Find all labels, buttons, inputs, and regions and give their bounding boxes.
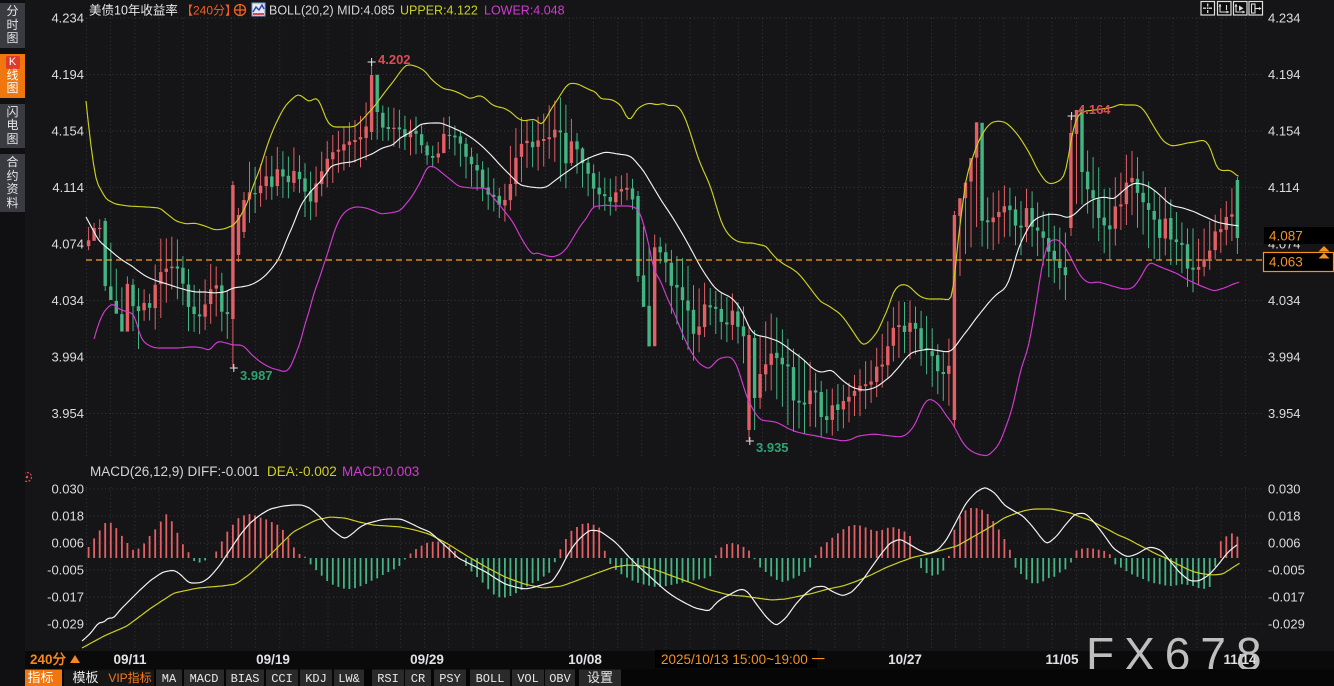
svg-text:OBV: OBV xyxy=(549,672,571,686)
svg-text:RSI: RSI xyxy=(377,672,399,686)
svg-text:4.034: 4.034 xyxy=(51,293,84,308)
svg-text:4.114: 4.114 xyxy=(1268,180,1300,195)
svg-text:VOL: VOL xyxy=(517,672,539,686)
svg-text:-0.017: -0.017 xyxy=(1268,590,1305,605)
svg-text:4.034: 4.034 xyxy=(1268,293,1301,308)
svg-text:4.202: 4.202 xyxy=(378,52,411,67)
svg-text:4.234: 4.234 xyxy=(1268,11,1301,26)
svg-text:09/19: 09/19 xyxy=(256,652,290,667)
svg-text:MACD:0.003: MACD:0.003 xyxy=(342,464,419,479)
svg-text:4.114: 4.114 xyxy=(52,180,84,195)
svg-text:10/08: 10/08 xyxy=(568,652,602,667)
svg-text:-0.005: -0.005 xyxy=(47,563,84,578)
svg-text:LW&: LW& xyxy=(338,672,360,686)
svg-text:CR: CR xyxy=(411,672,425,686)
svg-text:0.006: 0.006 xyxy=(1268,536,1301,551)
svg-text:设置: 设置 xyxy=(587,670,613,685)
svg-text:3.994: 3.994 xyxy=(51,350,84,365)
svg-text:3.994: 3.994 xyxy=(1268,350,1301,365)
svg-text:4.154: 4.154 xyxy=(51,124,84,139)
svg-text:3.987: 3.987 xyxy=(240,368,273,383)
svg-text:-0.017: -0.017 xyxy=(47,590,84,605)
svg-text:DEA:-0.002: DEA:-0.002 xyxy=(267,464,337,479)
svg-text:0.018: 0.018 xyxy=(1268,509,1301,524)
svg-text:2025/10/13 15:00~19:00 一: 2025/10/13 15:00~19:00 一 xyxy=(661,652,825,667)
svg-text:CCI: CCI xyxy=(271,672,293,686)
svg-text:指标: 指标 xyxy=(27,670,53,685)
svg-text:4.164: 4.164 xyxy=(1078,102,1111,117)
svg-text:美债10年收益率: 美债10年收益率 xyxy=(89,3,178,18)
svg-text:-0.029: -0.029 xyxy=(47,617,84,632)
svg-text:LOWER:4.048: LOWER:4.048 xyxy=(484,4,565,18)
svg-text:KDJ: KDJ xyxy=(305,672,327,686)
svg-text:MACD(26,12,9) DIFF:-0.001: MACD(26,12,9) DIFF:-0.001 xyxy=(90,464,260,479)
svg-text:0.030: 0.030 xyxy=(1268,482,1301,497)
svg-text:4.194: 4.194 xyxy=(1268,67,1301,82)
svg-text:BOLL: BOLL xyxy=(476,672,505,686)
svg-text:240分: 240分 xyxy=(30,652,67,667)
svg-text:模板: 模板 xyxy=(72,670,98,685)
svg-text:MA: MA xyxy=(162,672,177,686)
svg-text:0.018: 0.018 xyxy=(51,509,84,524)
svg-text:-0.005: -0.005 xyxy=(1268,563,1305,578)
svg-text:09/11: 09/11 xyxy=(113,652,147,667)
svg-text:VIP指标: VIP指标 xyxy=(108,670,151,685)
svg-text:4.194: 4.194 xyxy=(51,67,84,82)
svg-text:09/29: 09/29 xyxy=(410,652,444,667)
svg-text:3.935: 3.935 xyxy=(756,440,789,455)
svg-text:-0.029: -0.029 xyxy=(1268,617,1305,632)
svg-text:4.234: 4.234 xyxy=(51,11,84,26)
svg-text:BOLL(20,2) MID:4.085: BOLL(20,2) MID:4.085 xyxy=(269,4,395,18)
svg-text:PSY: PSY xyxy=(439,672,461,686)
svg-text:4.063: 4.063 xyxy=(1269,255,1303,270)
svg-text:10/27: 10/27 xyxy=(888,652,922,667)
svg-text:UPPER:4.122: UPPER:4.122 xyxy=(400,4,478,18)
svg-text:4.087: 4.087 xyxy=(1269,229,1303,244)
svg-text:MACD: MACD xyxy=(190,672,219,686)
svg-text:BIAS: BIAS xyxy=(231,672,260,686)
svg-text:【240分】: 【240分】 xyxy=(181,4,237,18)
svg-text:3.954: 3.954 xyxy=(1268,406,1301,421)
svg-text:0.030: 0.030 xyxy=(51,482,84,497)
svg-text:0.006: 0.006 xyxy=(51,536,84,551)
svg-text:4.074: 4.074 xyxy=(51,237,84,252)
svg-text:3.954: 3.954 xyxy=(51,406,84,421)
svg-text:4.154: 4.154 xyxy=(1268,124,1301,139)
svg-text:11/05: 11/05 xyxy=(1045,652,1079,667)
